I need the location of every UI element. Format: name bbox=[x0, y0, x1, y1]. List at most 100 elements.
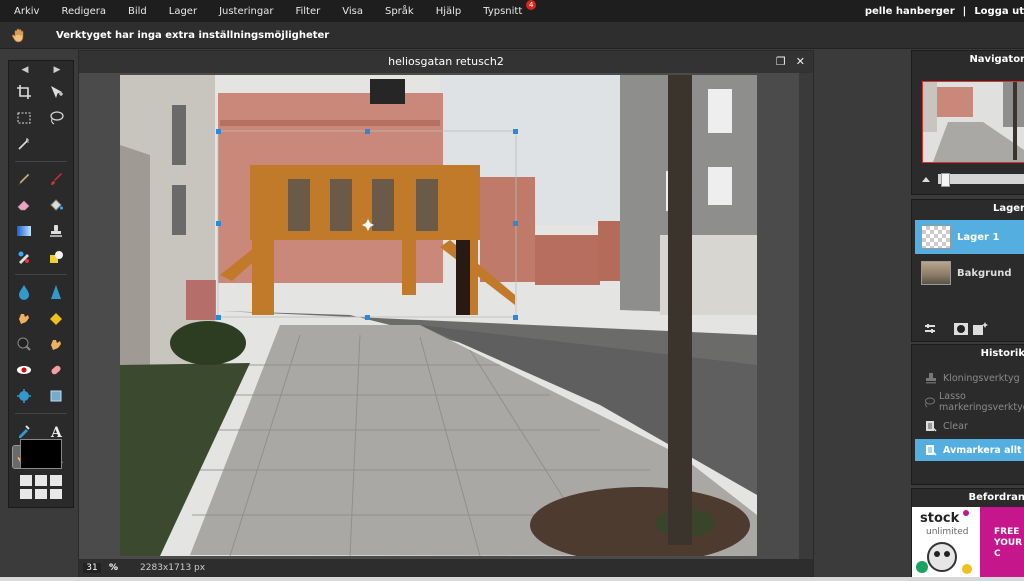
burn-tool-icon[interactable] bbox=[13, 333, 35, 355]
menu-lager[interactable]: Lager bbox=[157, 6, 207, 17]
document-status-bar: 31 % 2283x1713 px bbox=[79, 559, 813, 577]
user-area: pelle hanberger | Logga ut bbox=[865, 0, 1024, 22]
document-title: heliosgatan retusch2 bbox=[388, 55, 504, 68]
history-item[interactable]: Kloningsverktyg bbox=[915, 367, 1024, 389]
navigator-zoom-slider[interactable] bbox=[922, 173, 1024, 187]
tool-grid bbox=[9, 79, 73, 157]
brush-tool-icon[interactable] bbox=[45, 168, 67, 190]
layer-mask-icon[interactable] bbox=[954, 323, 968, 335]
smudge-tool-icon[interactable] bbox=[13, 307, 35, 329]
layers-title[interactable]: Lager bbox=[912, 200, 1024, 218]
clone-stamp-icon[interactable] bbox=[45, 220, 67, 242]
lasso-tool-icon[interactable] bbox=[45, 107, 67, 129]
menu-redigera[interactable]: Redigera bbox=[49, 6, 116, 17]
document-title-bar[interactable]: heliosgatan retusch2 ❐ ✕ bbox=[79, 51, 813, 73]
navigator-title[interactable]: Navigator bbox=[912, 51, 1024, 69]
menu-visa[interactable]: Visa bbox=[330, 6, 373, 17]
history-panel: Historik Kloningsverktyg Lasso markering… bbox=[911, 344, 1024, 485]
toolbox-divider bbox=[15, 161, 67, 162]
menu-bar: Arkiv Redigera Bild Lager Justeringar Fi… bbox=[0, 0, 1024, 22]
magic-wand-icon[interactable] bbox=[13, 133, 35, 155]
vertical-scrollbar[interactable] bbox=[799, 73, 813, 559]
tool-options-bar: Verktyget har inga extra inställningsmöj… bbox=[0, 22, 1024, 49]
canvas-image[interactable] bbox=[120, 75, 757, 556]
zoom-unit: % bbox=[109, 563, 119, 573]
arrow-right-icon[interactable]: ▶ bbox=[54, 65, 61, 75]
zoom-slider-track[interactable] bbox=[938, 173, 1024, 187]
canvas-area[interactable] bbox=[79, 73, 799, 559]
menu-sprak[interactable]: Språk bbox=[373, 6, 424, 17]
move-tool-icon[interactable] bbox=[45, 81, 67, 103]
promotion-title: Befordran bbox=[968, 492, 1024, 503]
menu-typsnitt-label: Typsnitt bbox=[483, 5, 523, 17]
navigator-panel: Navigator bbox=[911, 50, 1024, 195]
blur-drop-icon[interactable] bbox=[13, 281, 35, 303]
logout-link[interactable]: Logga ut bbox=[974, 6, 1024, 17]
history-item[interactable]: Lasso markeringsverktyg bbox=[915, 391, 1024, 413]
primary-color-swatch[interactable] bbox=[20, 439, 62, 469]
bloat-tool-icon[interactable] bbox=[13, 385, 35, 407]
ad-banner[interactable]: stock unlimited FREE YOUR C bbox=[912, 507, 1024, 577]
zoom-slider-knob[interactable] bbox=[941, 173, 950, 187]
history-label: Lasso markeringsverktyg bbox=[939, 391, 1024, 413]
ad-cta: FREE YOUR C bbox=[980, 507, 1024, 577]
new-layer-icon[interactable] bbox=[972, 322, 988, 336]
arrow-left-icon[interactable]: ◀ bbox=[22, 65, 29, 75]
layer-name: Lager 1 bbox=[957, 231, 1000, 243]
navigator-thumbnail[interactable] bbox=[922, 81, 1024, 163]
gradient-tool-icon[interactable] bbox=[13, 220, 35, 242]
menu-bild[interactable]: Bild bbox=[116, 6, 157, 17]
pinch-tool-icon[interactable] bbox=[45, 385, 67, 407]
menu-arkiv[interactable]: Arkiv bbox=[0, 6, 49, 17]
tool-grid-retouch bbox=[9, 279, 73, 409]
red-eye-icon[interactable] bbox=[13, 359, 35, 381]
ad-line-2: YOUR C bbox=[994, 538, 1023, 559]
layer-thumbnail bbox=[921, 261, 951, 285]
history-title[interactable]: Historik bbox=[912, 345, 1024, 363]
svg-text:A: A bbox=[50, 425, 63, 439]
layer-settings-icon[interactable] bbox=[924, 323, 936, 335]
notification-badge: 4 bbox=[526, 0, 537, 10]
clear-icon bbox=[923, 420, 939, 432]
restore-window-icon[interactable]: ❐ bbox=[776, 51, 786, 73]
zoom-out-icon[interactable] bbox=[922, 175, 930, 183]
tool-options-text: Verktyget har inga extra inställningsmöj… bbox=[56, 29, 330, 41]
layers-panel: Lager Lager 1 Bakgrund bbox=[911, 199, 1024, 342]
history-label: Kloningsverktyg bbox=[943, 372, 1020, 384]
layer-thumbnail bbox=[921, 225, 951, 249]
eraser-tool-icon[interactable] bbox=[13, 194, 35, 216]
pencil-tool-icon[interactable] bbox=[13, 168, 35, 190]
shape-tool-icon[interactable] bbox=[45, 246, 67, 268]
menu-typsnitt[interactable]: Typsnitt 4 bbox=[471, 0, 537, 17]
history-item[interactable]: Avmarkera allt bbox=[915, 439, 1024, 461]
menu-hjalp[interactable]: Hjälp bbox=[424, 6, 472, 17]
menu-justeringar[interactable]: Justeringar bbox=[207, 6, 283, 17]
history-item[interactable]: Clear bbox=[915, 415, 1024, 437]
sponge-tool-icon[interactable] bbox=[45, 307, 67, 329]
user-name[interactable]: pelle hanberger bbox=[865, 6, 955, 17]
crop-tool-icon[interactable] bbox=[13, 81, 35, 103]
clone-stamp-icon bbox=[923, 372, 939, 384]
sharpen-tool-icon[interactable] bbox=[45, 281, 67, 303]
deselect-icon bbox=[923, 444, 939, 456]
ad-graphic-icon bbox=[916, 510, 972, 574]
history-label: Clear bbox=[943, 420, 968, 432]
ad-logo-area: stock unlimited bbox=[912, 507, 980, 577]
zoom-level-field[interactable]: 31 bbox=[83, 563, 101, 573]
history-label: Avmarkera allt bbox=[943, 444, 1022, 456]
paint-bucket-icon[interactable] bbox=[45, 194, 67, 216]
marquee-tool-icon[interactable] bbox=[13, 107, 35, 129]
grid-icon[interactable] bbox=[20, 475, 62, 499]
layer-item[interactable]: Lager 1 bbox=[915, 220, 1024, 254]
menu-filter[interactable]: Filter bbox=[283, 6, 330, 17]
close-window-icon[interactable]: ✕ bbox=[796, 51, 805, 73]
layer-item[interactable]: Bakgrund bbox=[915, 256, 1024, 290]
layer-tools bbox=[924, 322, 988, 336]
color-replace-icon[interactable] bbox=[13, 246, 35, 268]
tool-grid-paint bbox=[9, 166, 73, 270]
empty-tool-slot bbox=[45, 133, 67, 155]
spot-heal-icon[interactable] bbox=[45, 359, 67, 381]
layer-name: Bakgrund bbox=[957, 267, 1012, 279]
dodge-tool-icon[interactable] bbox=[45, 333, 67, 355]
toolbox: ◀ ▶ A bbox=[8, 60, 74, 508]
